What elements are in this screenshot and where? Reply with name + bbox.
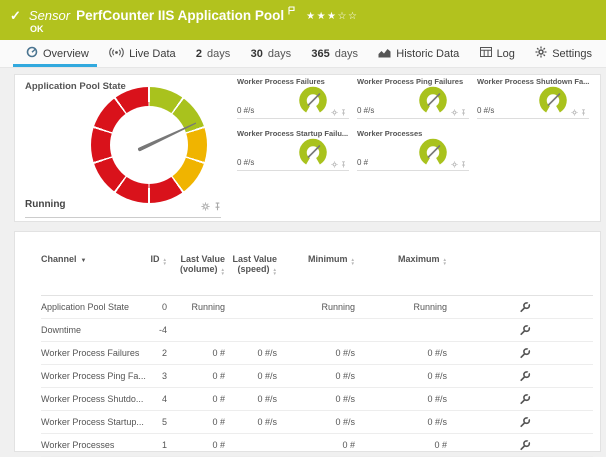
wrench-icon[interactable] bbox=[519, 301, 531, 313]
gear-icon[interactable] bbox=[451, 109, 458, 116]
sort-desc-icon: ▼ bbox=[81, 258, 87, 264]
mini-gauge-value: 0 #/s bbox=[477, 106, 494, 115]
mini-gauge-value: 0 #/s bbox=[237, 106, 254, 115]
wrench-icon[interactable] bbox=[519, 370, 531, 382]
col-id[interactable]: ID▲▼ bbox=[149, 254, 167, 266]
flag-icon[interactable] bbox=[288, 2, 296, 20]
gear-icon[interactable] bbox=[331, 161, 338, 168]
mini-gauge-title: Worker Process Shutdown Fa... bbox=[477, 77, 589, 86]
pin-icon[interactable] bbox=[580, 109, 587, 116]
table-row: Worker Processes 1 0 # 0 # 0 # bbox=[41, 434, 593, 457]
pin-icon[interactable] bbox=[340, 161, 347, 168]
mini-gauge-worker-processes: Worker Processes 0 # bbox=[357, 129, 469, 171]
table-row: Worker Process Failures 2 0 # 0 #/s 0 #/… bbox=[41, 342, 593, 365]
sensor-title: PerfCounter IIS Application Pool bbox=[76, 8, 284, 23]
main-gauge-value: Running bbox=[25, 199, 66, 210]
wrench-icon[interactable] bbox=[519, 439, 531, 451]
mini-gauge-title: Worker Process Failures bbox=[237, 77, 349, 86]
tab-log[interactable]: Log bbox=[480, 40, 515, 67]
historic-chart-icon bbox=[378, 47, 391, 61]
ok-check-icon: ✓ bbox=[10, 8, 21, 24]
priority-stars[interactable]: ★★★☆☆ bbox=[306, 11, 358, 22]
tab-historic-data[interactable]: Historic Data bbox=[378, 40, 459, 67]
gear-icon[interactable] bbox=[571, 109, 578, 116]
channels-table: Channel▼ ID▲▼ Last Value (volume)▲▼ Last… bbox=[41, 232, 593, 457]
pin-icon[interactable] bbox=[213, 202, 222, 211]
tab-2-days[interactable]: 2days bbox=[196, 40, 230, 67]
table-header: Channel▼ ID▲▼ Last Value (volume)▲▼ Last… bbox=[41, 232, 593, 296]
mini-gauge-title: Worker Process Startup Failu... bbox=[237, 129, 349, 138]
gear-icon[interactable] bbox=[331, 109, 338, 116]
wrench-icon[interactable] bbox=[519, 416, 531, 428]
table-row: Downtime -4 bbox=[41, 319, 593, 342]
pin-icon[interactable] bbox=[460, 161, 467, 168]
tab-bar: Overview Live Data 2days 30days 365days … bbox=[0, 40, 606, 68]
mini-gauge-worker-process-ping-failures: Worker Process Ping Failures 0 #/s bbox=[357, 77, 469, 119]
mini-gauge-dial bbox=[417, 138, 449, 166]
mini-gauge-worker-process-failures: Worker Process Failures 0 #/s bbox=[237, 77, 349, 119]
gear-icon[interactable] bbox=[201, 202, 210, 211]
col-last-value-volume[interactable]: Last Value (volume)▲▼ bbox=[167, 254, 225, 276]
mini-gauge-dial bbox=[297, 138, 329, 166]
object-kind-label: Sensor bbox=[29, 8, 70, 23]
wrench-icon[interactable] bbox=[519, 324, 531, 336]
tab-overview[interactable]: Overview bbox=[26, 40, 89, 67]
channels-table-panel: Channel▼ ID▲▼ Last Value (volume)▲▼ Last… bbox=[14, 231, 601, 452]
mini-gauge-worker-process-startup-failures: Worker Process Startup Failu... 0 #/s bbox=[237, 129, 349, 171]
pin-icon[interactable] bbox=[340, 109, 347, 116]
mini-gauge-dial bbox=[537, 86, 569, 114]
wrench-icon[interactable] bbox=[519, 347, 531, 359]
tab-30-days[interactable]: 30days bbox=[251, 40, 292, 67]
live-signal-icon bbox=[109, 47, 124, 61]
pin-icon[interactable] bbox=[460, 109, 467, 116]
table-row: Worker Process Shutdo... 4 0 # 0 #/s 0 #… bbox=[41, 388, 593, 411]
sensor-status-label: OK bbox=[30, 24, 44, 34]
mini-gauge-value: 0 #/s bbox=[357, 106, 374, 115]
col-last-value-speed[interactable]: Last Value (speed)▲▼ bbox=[225, 254, 277, 276]
mini-gauge-value: 0 #/s bbox=[237, 158, 254, 167]
mini-gauge-worker-process-shutdown-failures: Worker Process Shutdown Fa... 0 #/s bbox=[477, 77, 589, 119]
mini-gauge-title: Worker Process Ping Failures bbox=[357, 77, 469, 86]
tab-live-data[interactable]: Live Data bbox=[109, 40, 175, 67]
sort-icon: ▲▼ bbox=[443, 258, 447, 266]
mini-gauge-title: Worker Processes bbox=[357, 129, 469, 138]
gear-icon[interactable] bbox=[451, 161, 458, 168]
main-gauge bbox=[91, 87, 207, 203]
log-table-icon bbox=[480, 47, 492, 60]
col-maximum[interactable]: Maximum▲▼ bbox=[355, 254, 447, 266]
wrench-icon[interactable] bbox=[519, 393, 531, 405]
overview-gauges-panel: Application Pool State Running Worker Pr… bbox=[14, 74, 601, 222]
table-row: Worker Process Startup... 5 0 # 0 #/s 0 … bbox=[41, 411, 593, 434]
mini-gauge-dial bbox=[417, 86, 449, 114]
sensor-status-banner: ✓ Sensor PerfCounter IIS Application Poo… bbox=[0, 0, 606, 40]
col-channel[interactable]: Channel▼ bbox=[41, 254, 149, 264]
gear-icon bbox=[535, 46, 547, 61]
gauge-icon bbox=[26, 46, 38, 61]
table-row: Worker Process Ping Fa... 3 0 # 0 #/s 0 … bbox=[41, 365, 593, 388]
tab-settings[interactable]: Settings bbox=[535, 40, 592, 67]
table-row: Application Pool State 0 Running Running… bbox=[41, 296, 593, 319]
mini-gauge-value: 0 # bbox=[357, 158, 368, 167]
sort-icon: ▲▼ bbox=[273, 268, 277, 276]
mini-gauge-dial bbox=[297, 86, 329, 114]
tab-365-days[interactable]: 365days bbox=[311, 40, 358, 67]
col-minimum[interactable]: Minimum▲▼ bbox=[277, 254, 355, 266]
